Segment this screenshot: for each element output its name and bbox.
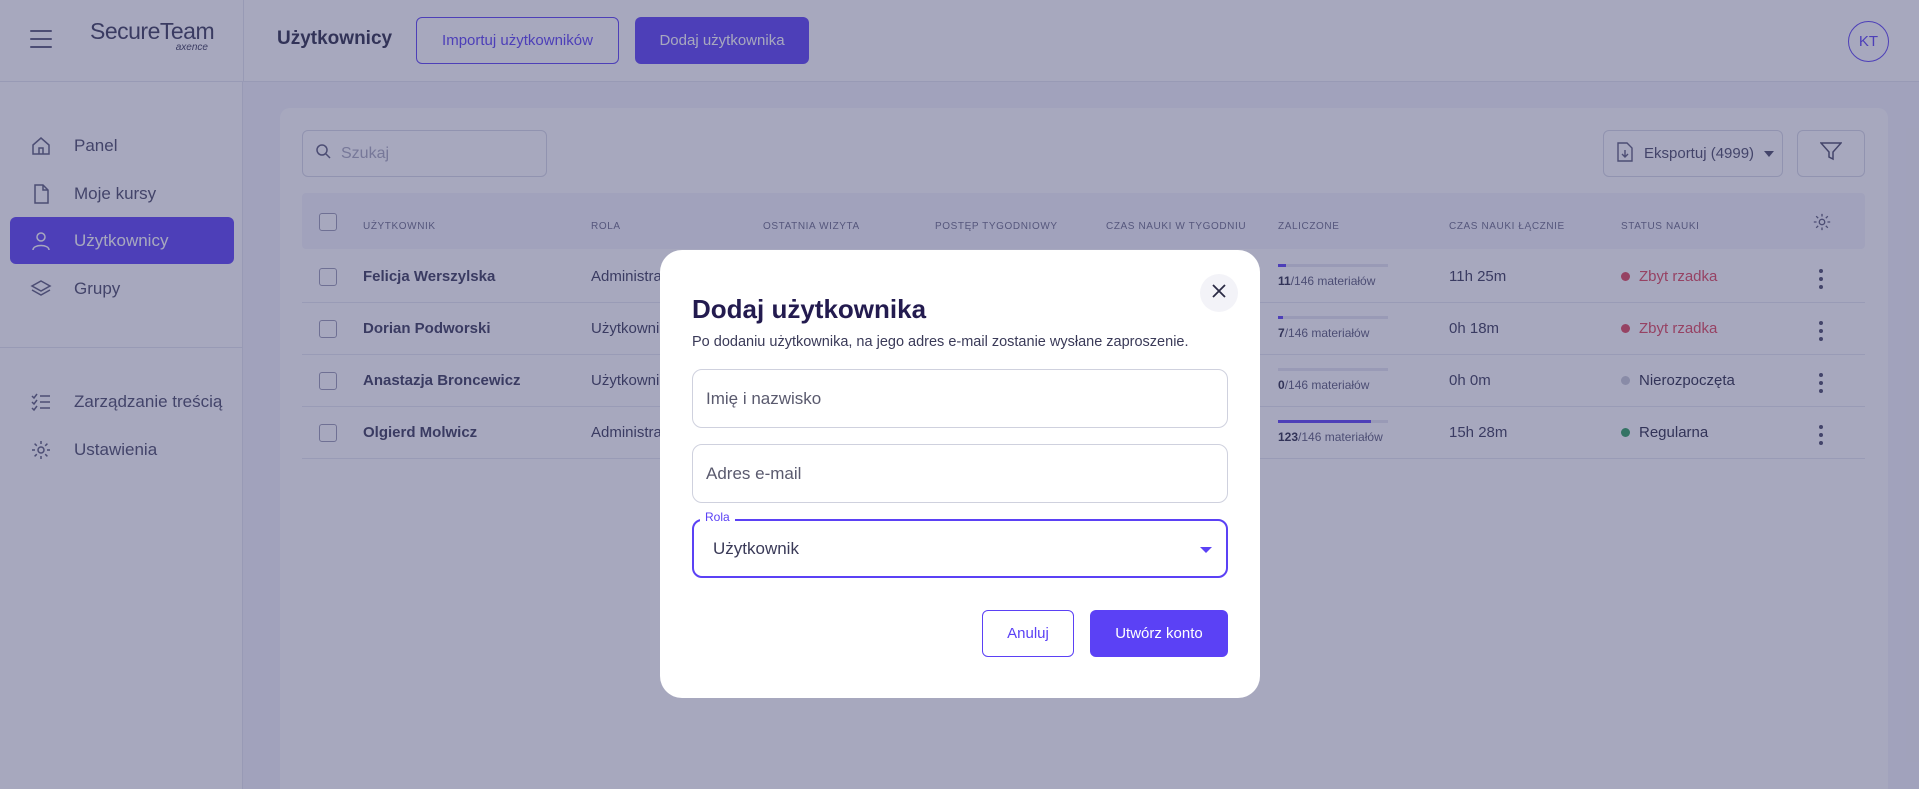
modal-title: Dodaj użytkownika: [692, 294, 927, 324]
chevron-down-icon: [1200, 547, 1212, 553]
modal-description: Po dodaniu użytkownika, na jego adres e-…: [692, 334, 1189, 350]
add-user-modal: Dodaj użytkownika Po dodaniu użytkownika…: [660, 250, 1260, 698]
role-label: Rola: [700, 510, 735, 524]
name-placeholder: Imię i nazwisko: [706, 388, 822, 408]
cancel-button[interactable]: Anuluj: [982, 610, 1074, 657]
close-button[interactable]: [1200, 274, 1238, 312]
create-account-button[interactable]: Utwórz konto: [1090, 610, 1228, 657]
close-icon: [1211, 283, 1227, 304]
role-select[interactable]: Użytkownik: [692, 519, 1228, 578]
name-field[interactable]: Imię i nazwisko: [692, 369, 1228, 428]
role-value: Użytkownik: [713, 538, 799, 558]
email-field[interactable]: Adres e-mail: [692, 444, 1228, 503]
email-placeholder: Adres e-mail: [706, 463, 802, 483]
